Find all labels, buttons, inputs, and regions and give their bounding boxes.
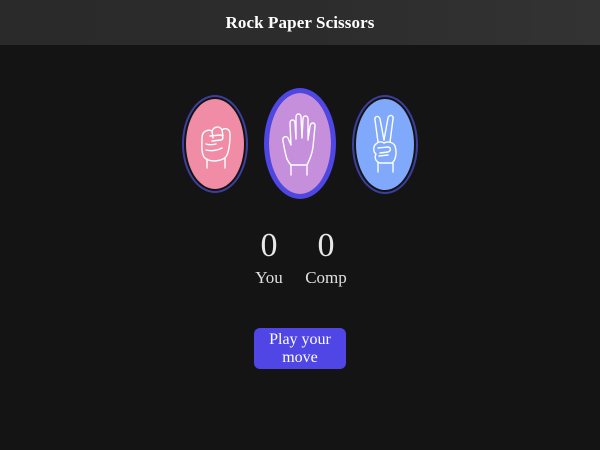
header-bar: Rock Paper Scissors (0, 0, 600, 45)
computer-score-label: Comp (305, 268, 347, 287)
page-title: Rock Paper Scissors (225, 12, 375, 32)
player-score-label: You (255, 268, 283, 287)
scissors-choice[interactable] (352, 95, 418, 194)
paper-hand-icon (282, 112, 316, 176)
rock-choice[interactable] (182, 95, 248, 193)
player-score: 0 (260, 227, 278, 264)
rock-fist-icon (201, 126, 231, 169)
computer-score: 0 (317, 227, 335, 264)
play-move-button[interactable]: Play your move (254, 328, 346, 369)
scissors-choice-fill (356, 99, 414, 190)
paper-choice[interactable] (264, 88, 336, 199)
rock-choice-fill (186, 99, 244, 189)
scissors-hand-icon (373, 114, 397, 173)
app: Rock Paper Scissors 0 0 You Comp Play yo… (0, 0, 600, 450)
paper-choice-fill (269, 93, 331, 194)
